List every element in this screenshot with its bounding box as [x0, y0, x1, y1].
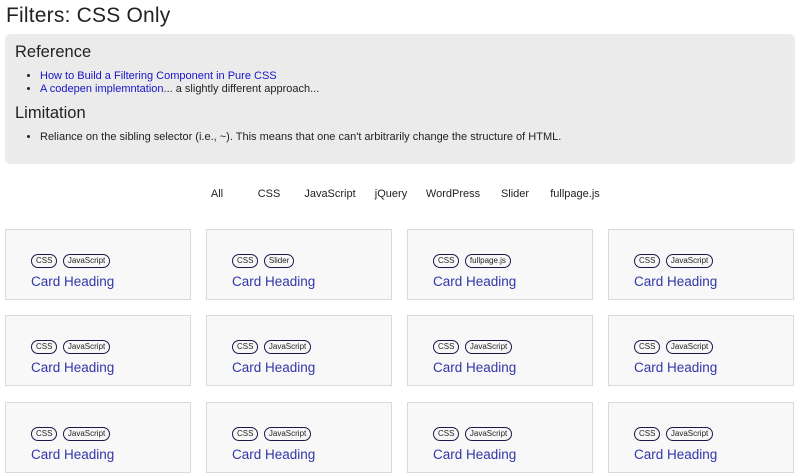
tag-badge: fullpage.js: [464, 254, 511, 268]
reference-item: A codepen implemntation... a slightly di…: [40, 83, 319, 96]
card-tags: CSS Slider: [232, 250, 295, 268]
filter-fullpage[interactable]: fullpage.js: [550, 188, 600, 200]
filter-slider[interactable]: Slider: [501, 188, 529, 200]
card-heading: Card Heading: [634, 360, 718, 375]
tag-badge: JavaScript: [263, 427, 312, 441]
tag-badge: JavaScript: [464, 340, 513, 354]
card-tags: CSS JavaScript: [31, 336, 111, 354]
tag-badge: CSS: [31, 427, 58, 441]
page-title: Filters: CSS Only: [6, 4, 171, 27]
tag-badge: JavaScript: [62, 340, 111, 354]
tag-badge: CSS: [433, 427, 460, 441]
card-tags: CSS JavaScript: [634, 336, 714, 354]
filter-all[interactable]: All: [211, 188, 223, 200]
limitation-list: Reliance on the sibling selector (i.e., …: [27, 131, 561, 144]
tag-badge: JavaScript: [464, 427, 513, 441]
card-tags: CSS JavaScript: [634, 423, 714, 441]
card[interactable]: CSS JavaScript Card Heading: [5, 229, 191, 300]
tag-badge: CSS: [31, 254, 58, 268]
limitation-heading: Limitation: [15, 104, 86, 122]
card-heading: Card Heading: [232, 274, 316, 289]
tag-badge: CSS: [634, 427, 661, 441]
card[interactable]: CSS JavaScript Card Heading: [5, 315, 191, 386]
tag-badge: JavaScript: [62, 427, 111, 441]
filter-bar: All CSS JavaScript jQuery WordPress Slid…: [0, 188, 800, 204]
card-tags: CSS JavaScript: [232, 423, 312, 441]
reference-item: How to Build a Filtering Component in Pu…: [40, 70, 319, 83]
info-panel: Reference How to Build a Filtering Compo…: [5, 34, 795, 164]
card-heading: Card Heading: [31, 360, 115, 375]
tag-badge: CSS: [232, 254, 259, 268]
card-heading: Card Heading: [232, 447, 316, 462]
tag-badge: CSS: [232, 427, 259, 441]
card-heading: Card Heading: [433, 447, 517, 462]
card[interactable]: CSS JavaScript Card Heading: [608, 229, 794, 300]
card-tags: CSS JavaScript: [31, 250, 111, 268]
card[interactable]: CSS JavaScript Card Heading: [608, 315, 794, 386]
tag-badge: CSS: [634, 340, 661, 354]
tag-badge: JavaScript: [62, 254, 111, 268]
tag-badge: CSS: [634, 254, 661, 268]
card[interactable]: CSS fullpage.js Card Heading: [407, 229, 593, 300]
filter-jquery[interactable]: jQuery: [375, 188, 407, 200]
card-tags: CSS JavaScript: [232, 336, 312, 354]
tag-badge: JavaScript: [665, 427, 714, 441]
tag-badge: JavaScript: [665, 254, 714, 268]
tag-badge: CSS: [31, 340, 58, 354]
card-heading: Card Heading: [31, 447, 115, 462]
reference-heading: Reference: [15, 43, 92, 61]
tag-badge: CSS: [433, 254, 460, 268]
filter-javascript[interactable]: JavaScript: [304, 188, 355, 200]
reference-list: How to Build a Filtering Component in Pu…: [27, 70, 319, 96]
card-tags: CSS fullpage.js: [433, 250, 512, 268]
card-heading: Card Heading: [232, 360, 316, 375]
card[interactable]: CSS JavaScript Card Heading: [608, 402, 794, 473]
card-heading: Card Heading: [433, 360, 517, 375]
card[interactable]: CSS JavaScript Card Heading: [206, 315, 392, 386]
card-heading: Card Heading: [433, 274, 517, 289]
reference-note: ... a slightly different approach...: [163, 83, 320, 95]
page: Filters: CSS Only Reference How to Build…: [0, 0, 800, 473]
tag-badge: JavaScript: [263, 340, 312, 354]
card[interactable]: CSS JavaScript Card Heading: [206, 402, 392, 473]
reference-link-filtering-component[interactable]: How to Build a Filtering Component in Pu…: [40, 70, 277, 82]
limitation-item: Reliance on the sibling selector (i.e., …: [40, 131, 561, 144]
card-tags: CSS JavaScript: [31, 423, 111, 441]
card[interactable]: CSS Slider Card Heading: [206, 229, 392, 300]
tag-badge: CSS: [232, 340, 259, 354]
card-tags: CSS JavaScript: [634, 250, 714, 268]
card-tags: CSS JavaScript: [433, 336, 513, 354]
tag-badge: Slider: [263, 254, 295, 268]
card-heading: Card Heading: [634, 274, 718, 289]
card[interactable]: CSS JavaScript Card Heading: [5, 402, 191, 473]
card[interactable]: CSS JavaScript Card Heading: [407, 402, 593, 473]
card-heading: Card Heading: [31, 274, 115, 289]
filter-wordpress[interactable]: WordPress: [426, 188, 480, 200]
filter-css[interactable]: CSS: [258, 188, 281, 200]
card-tags: CSS JavaScript: [433, 423, 513, 441]
card-heading: Card Heading: [634, 447, 718, 462]
tag-badge: JavaScript: [665, 340, 714, 354]
card[interactable]: CSS JavaScript Card Heading: [407, 315, 593, 386]
tag-badge: CSS: [433, 340, 460, 354]
reference-link-codepen[interactable]: A codepen implemntation: [40, 83, 164, 95]
